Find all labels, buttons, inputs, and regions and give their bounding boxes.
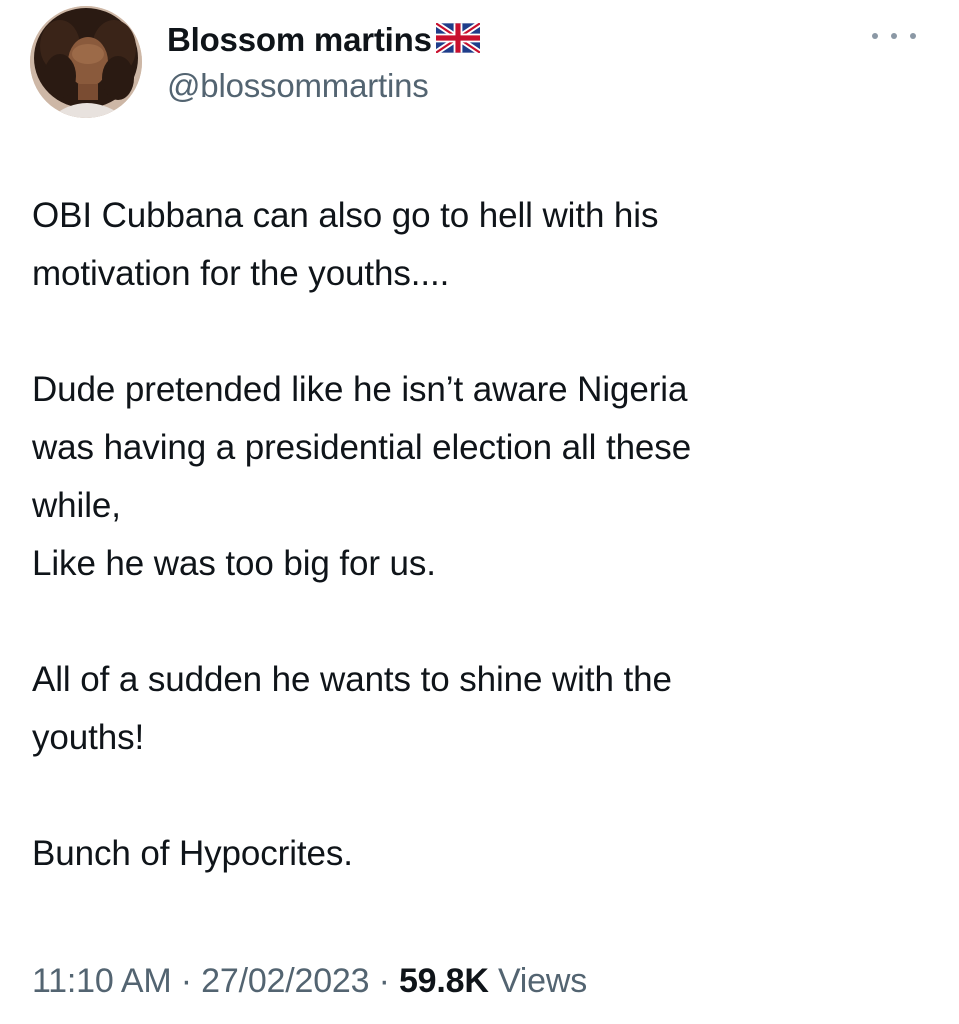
tweet-line: motivation for the youths.... [32,254,450,293]
dot [891,33,897,39]
views-count[interactable]: 59.8K [399,962,489,1000]
display-name[interactable]: Blossom martins [167,21,432,59]
tweet-paragraph: Dude pretended like he isn’t aware Niger… [32,361,912,593]
tweet-time[interactable]: 11:10 AM [32,962,172,1000]
tweet-paragraph: OBI Cubbana can also go to hell with his… [32,187,912,303]
tweet-line: Like he was too big for us. [32,544,436,583]
tweet-line: was having a presidential election all t… [32,428,692,467]
tweet-line: while, [32,486,121,525]
tweet-meta: 11:10 AM · 27/02/2023 · 59.8K Views [32,962,587,1001]
dot [872,33,878,39]
avatar[interactable] [30,6,142,118]
uk-flag-icon [434,20,482,56]
author-names: Blossom martins @blossommartins [167,18,482,105]
views-label: Views [497,962,588,1000]
meta-separator: · [378,962,390,1000]
tweet-line: All of a sudden he wants to shine with t… [32,660,672,699]
tweet-date[interactable]: 27/02/2023 [201,962,369,1000]
avatar-image [30,6,142,118]
tweet-line: Dude pretended like he isn’t aware Niger… [32,370,688,409]
handle[interactable]: @blossommartins [167,67,480,105]
tweet-line: OBI Cubbana can also go to hell with his [32,196,659,235]
dot [910,33,916,39]
tweet-text: OBI Cubbana can also go to hell with his… [32,187,912,883]
tweet-line: youths! [32,718,145,757]
display-name-row: Blossom martins [167,18,482,62]
tweet-header: Blossom martins @blossommartins [30,6,930,118]
more-options-icon[interactable] [872,24,916,48]
tweet-line: Bunch of Hypocrites. [32,834,353,873]
tweet-paragraph: All of a sudden he wants to shine with t… [32,651,912,767]
meta-separator: · [180,962,192,1000]
tweet: Blossom martins @blossommartins OBI Cubb… [0,0,959,1024]
tweet-paragraph: Bunch of Hypocrites. [32,825,912,883]
